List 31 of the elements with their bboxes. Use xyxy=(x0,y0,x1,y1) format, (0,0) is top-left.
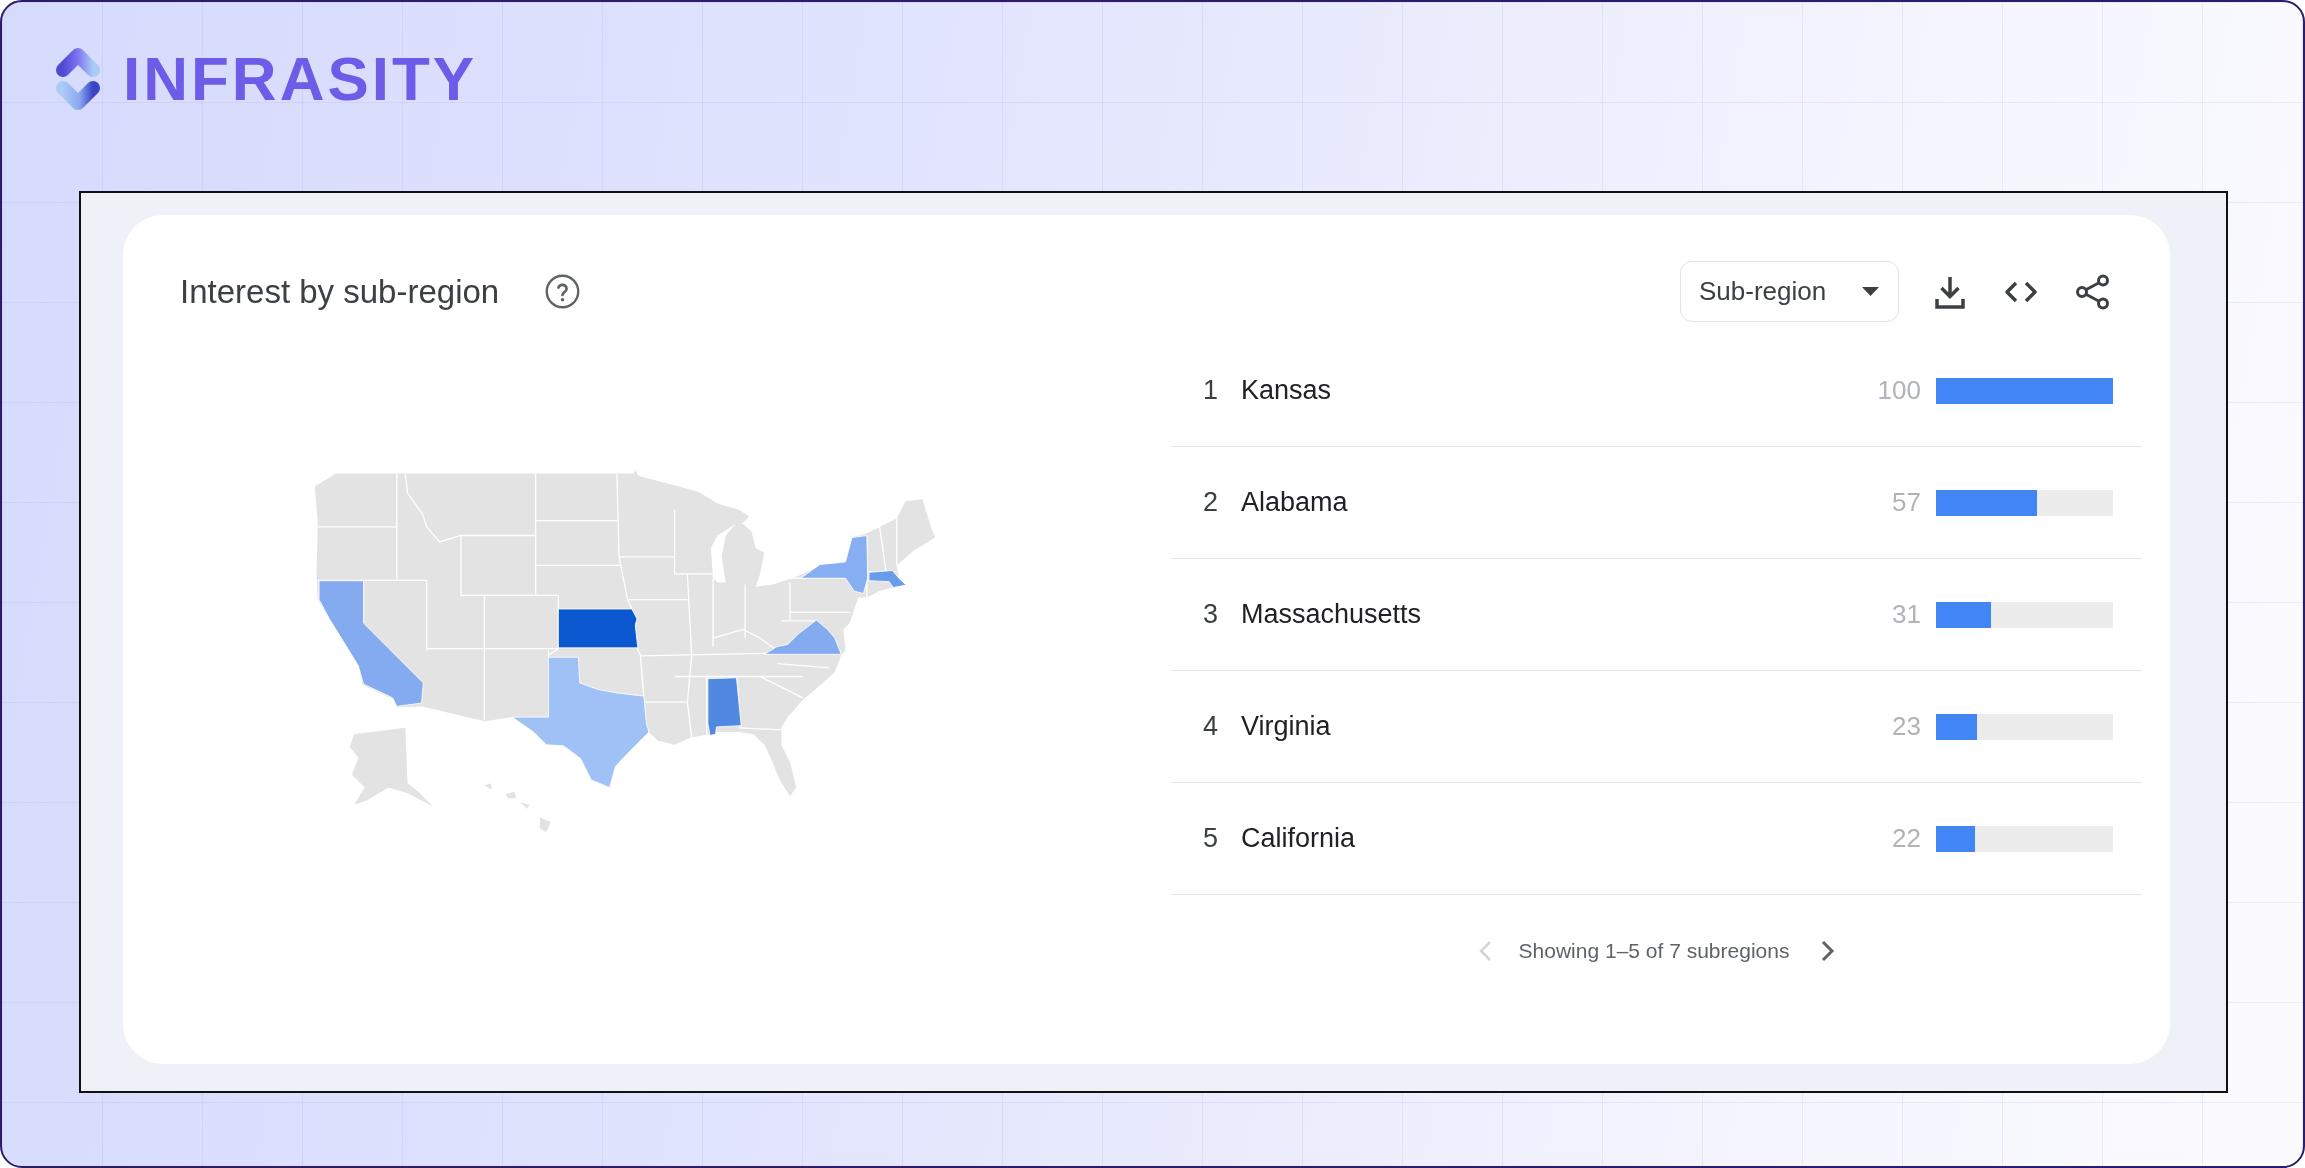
rank-number: 5 xyxy=(1203,823,1220,854)
caret-icon xyxy=(1862,287,1879,296)
region-name: Virginia xyxy=(1241,711,1332,742)
highlighted-state[interactable] xyxy=(557,608,639,649)
interest-value: 31 xyxy=(1892,599,1921,630)
share-icon[interactable] xyxy=(2075,273,2110,310)
logo-icon xyxy=(55,46,101,112)
highlighted-state[interactable] xyxy=(707,677,742,736)
highlighted-state[interactable] xyxy=(868,570,907,589)
rank-number: 3 xyxy=(1203,599,1220,630)
panel-title: Interest by sub-region xyxy=(180,272,500,311)
rank-number: 2 xyxy=(1203,487,1220,518)
rank-number: 1 xyxy=(1203,375,1220,406)
region-name: California xyxy=(1241,823,1357,854)
interest-value: 23 xyxy=(1892,711,1921,742)
download-icon[interactable] xyxy=(1935,274,1965,309)
pagination-status: Showing 1–5 of 7 subregions xyxy=(1518,939,1790,963)
region-name: Massachusetts xyxy=(1241,599,1423,630)
region-dropdown[interactable]: Sub-region xyxy=(1680,261,1899,322)
region-name: Kansas xyxy=(1241,375,1333,406)
hawaii-islands-shape xyxy=(484,783,551,833)
help-icon[interactable] xyxy=(545,274,581,309)
chevron-right-icon[interactable] xyxy=(1821,940,1836,962)
region-name: Alabama xyxy=(1241,487,1349,518)
interest-value: 57 xyxy=(1892,487,1921,518)
highlighted-state[interactable] xyxy=(318,580,424,707)
code-icon[interactable] xyxy=(2003,279,2039,304)
logo-wordmark: INFRASITY xyxy=(123,48,478,110)
rank-number: 4 xyxy=(1203,711,1220,742)
interest-value: 22 xyxy=(1892,823,1921,854)
interest-value: 100 xyxy=(1877,375,1921,406)
